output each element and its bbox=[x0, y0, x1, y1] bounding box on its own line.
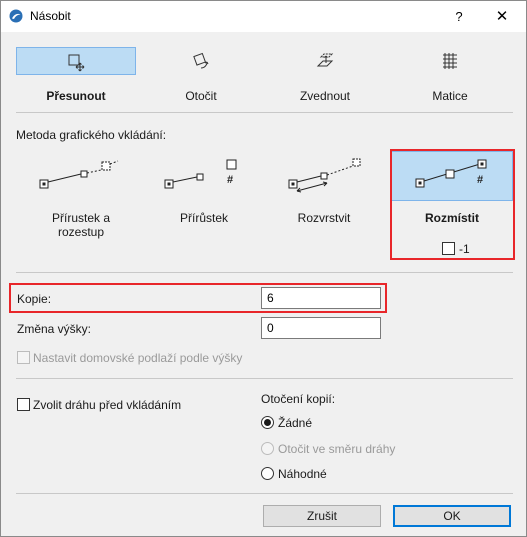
archicad-icon bbox=[9, 9, 23, 23]
method-spread-label: Rozvrstvit bbox=[297, 211, 351, 225]
method-spread[interactable] bbox=[269, 151, 379, 211]
operation-matrix-label: Matice bbox=[432, 89, 468, 103]
method-increment-label: Přírůstek bbox=[179, 211, 228, 225]
height-change-input[interactable] bbox=[261, 317, 381, 339]
help-button[interactable]: ? bbox=[445, 5, 473, 29]
rotation-none-radio[interactable] bbox=[261, 416, 274, 429]
operation-elevate-label: Zvednout bbox=[299, 89, 351, 103]
spread-icon bbox=[288, 158, 361, 193]
increment-spacing-icon bbox=[39, 160, 119, 189]
cancel-button[interactable]: Zrušit bbox=[263, 505, 381, 527]
home-story-checkbox[interactable] bbox=[17, 351, 30, 364]
dialog-window: Násobit ? ✕ Přesunout Otočit Zvednout Ma… bbox=[0, 0, 527, 537]
highlight-copies bbox=[9, 283, 387, 313]
method-section-label: Metoda grafického vkládání: bbox=[16, 128, 167, 142]
highlight-distribute bbox=[390, 149, 515, 260]
divider bbox=[16, 272, 513, 273]
height-change-label: Změna výšky: bbox=[17, 322, 92, 336]
svg-text:#: # bbox=[227, 174, 233, 186]
home-story-label: Nastavit domovské podlaží podle výšky bbox=[33, 351, 243, 365]
rotation-random-label: Náhodné bbox=[278, 467, 327, 481]
increment-icon: # bbox=[164, 159, 237, 189]
matrix-icon bbox=[443, 53, 457, 69]
rotation-random-radio[interactable] bbox=[261, 467, 274, 480]
operation-elevate-button[interactable] bbox=[265, 47, 385, 75]
operation-rotate-button[interactable] bbox=[141, 47, 261, 75]
ok-button[interactable]: OK bbox=[393, 505, 511, 527]
title-bar: Násobit ? ✕ bbox=[1, 1, 526, 32]
method-increment[interactable]: # bbox=[149, 151, 259, 211]
elevate-icon bbox=[316, 53, 334, 67]
divider bbox=[16, 378, 513, 379]
rotation-none-label: Žádné bbox=[278, 416, 313, 430]
method-increment-spacing-label-line2: rozestup bbox=[57, 225, 105, 239]
window-title: Násobit bbox=[30, 9, 71, 23]
rotation-label: Otočení kopií: bbox=[261, 392, 336, 406]
path-checkbox[interactable] bbox=[17, 398, 30, 411]
operation-matrix-button[interactable] bbox=[390, 47, 510, 75]
divider bbox=[16, 112, 513, 113]
operation-move-button[interactable] bbox=[16, 47, 136, 75]
rotation-path-radio[interactable] bbox=[261, 442, 274, 455]
close-button[interactable]: ✕ bbox=[488, 5, 516, 29]
method-increment-spacing-label-line1: Přírustek a bbox=[51, 211, 111, 225]
rotation-path-label: Otočit ve směru dráhy bbox=[278, 442, 396, 456]
operation-rotate-label: Otočit bbox=[185, 89, 217, 103]
move-icon bbox=[68, 54, 85, 72]
operation-move-label: Přesunout bbox=[46, 89, 106, 103]
path-label: Zvolit dráhu před vkládáním bbox=[33, 398, 182, 412]
divider bbox=[16, 493, 513, 494]
rotate-icon bbox=[193, 52, 209, 69]
method-increment-spacing[interactable] bbox=[26, 151, 136, 211]
